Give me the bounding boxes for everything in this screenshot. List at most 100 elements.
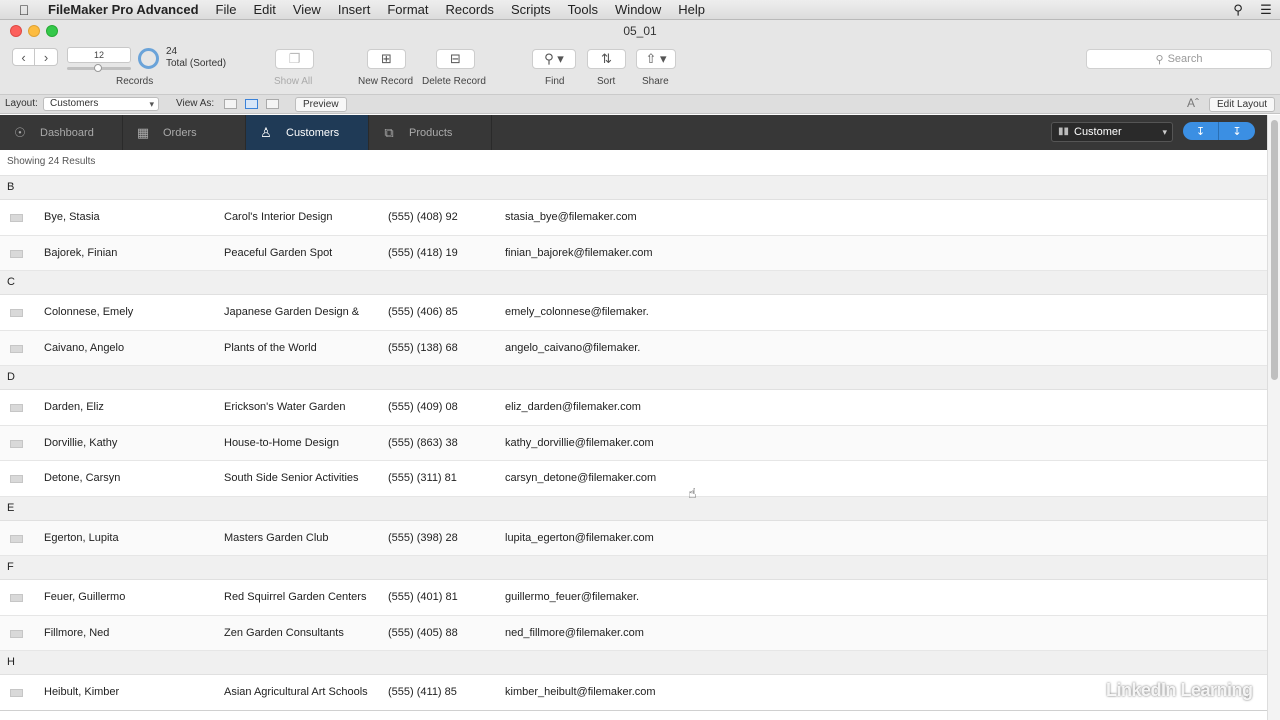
record-icon[interactable] (10, 475, 23, 483)
export-button[interactable]: ↧ (1219, 122, 1255, 140)
record-icon[interactable] (10, 594, 23, 602)
menu-tools[interactable]: Tools (568, 2, 598, 17)
email-address: eliz_darden@filemaker.com (505, 401, 641, 413)
record-icon[interactable] (10, 249, 23, 258)
layout-dropdown[interactable]: Customers ▾ (43, 97, 159, 111)
zoom-window-button[interactable] (46, 25, 58, 37)
share-label: Share (642, 76, 669, 87)
menu-format[interactable]: Format (387, 2, 428, 17)
phone-number: (555) (401) 81 (388, 591, 458, 603)
tab-customers[interactable]: ♙ Customers (246, 115, 369, 150)
menu-scripts[interactable]: Scripts (511, 2, 551, 17)
record-icon[interactable] (10, 534, 23, 543)
phone-number: (555) (418) 19 (388, 246, 458, 259)
tab-products[interactable]: ⧉ Products (369, 115, 492, 150)
phone-number: (555) (411) 85 (388, 686, 457, 698)
record-icon[interactable] (10, 309, 23, 317)
dashboard-icon: ☉ (14, 124, 26, 140)
record-icon[interactable] (10, 344, 23, 353)
grouped-records: B Bye, Stasia Carol's Interior Design (555)… (0, 176, 1267, 711)
table-view-icon[interactable] (266, 99, 279, 109)
view-as-label: View As: (176, 98, 215, 109)
table-row[interactable]: Bajorek, Finian Peaceful Garden Spot (555)… (0, 235, 1267, 271)
tab-orders[interactable]: ▦ Orders (123, 115, 246, 150)
person-icon: ♙ (260, 124, 272, 140)
email-address: emely_colonnese@filemaker. (505, 306, 649, 318)
tab-dashboard[interactable]: ☉ Dashboard (0, 115, 123, 150)
new-record-button[interactable]: ⊞ (367, 49, 406, 69)
table-row[interactable]: Dorvillie, Kathy House-to-Home Design (555… (0, 425, 1267, 461)
group-header: E (0, 496, 1267, 521)
customer-name: Darden, Eliz (44, 401, 104, 413)
record-icon[interactable] (10, 439, 23, 448)
form-view-icon[interactable] (224, 99, 237, 109)
menu-edit[interactable]: Edit (253, 2, 275, 17)
email-address: kimber_heibult@filemaker.com (505, 686, 656, 698)
company-name: Zen Garden Consultants (224, 626, 344, 639)
table-row[interactable]: Egerton, Lupita Masters Garden Club (555) … (0, 520, 1267, 556)
preview-button[interactable]: Preview (295, 97, 347, 112)
table-row[interactable]: Fillmore, Ned Zen Garden Consultants (555)… (0, 615, 1267, 651)
menu-insert[interactable]: Insert (338, 2, 371, 17)
previous-record-button[interactable]: ‹ (12, 48, 35, 66)
phone-number: (555) (409) 08 (388, 401, 458, 413)
record-slider-handle[interactable] (94, 64, 102, 72)
record-icon[interactable] (10, 214, 23, 222)
customer-name: Feuer, Guillermo (44, 591, 126, 603)
apple-icon[interactable]:  (0, 2, 48, 18)
records-label: Records (116, 76, 154, 87)
table-row[interactable]: Detone, Carsyn South Side Senior Activiti… (0, 461, 1267, 497)
table-row[interactable]: Darden, Eliz Erickson's Water Garden (555)… (0, 390, 1267, 426)
spotlight-search-icon[interactable]: ⚲ (1224, 2, 1252, 18)
found-set-pie-icon[interactable] (138, 48, 159, 69)
layout-label: Layout: (5, 98, 38, 109)
menu-file[interactable]: File (216, 2, 237, 17)
format-text-icon[interactable]: Aˆ (1187, 96, 1199, 110)
scrollbar-thumb[interactable] (1271, 120, 1278, 380)
share-button[interactable]: ⇧ ▾ (636, 49, 676, 69)
record-icon[interactable] (10, 404, 23, 412)
show-all-button[interactable]: ❐ (275, 49, 314, 69)
app-name-menu[interactable]: FileMaker Pro Advanced (48, 2, 199, 17)
sort-button[interactable]: ⇅ (587, 49, 626, 69)
close-window-button[interactable] (10, 25, 22, 37)
customer-name: Colonnese, Emely (44, 306, 134, 318)
table-row[interactable]: Caivano, Angelo Plants of the World (555) … (0, 330, 1267, 366)
table-row[interactable]: Colonnese, Emely Japanese Garden Design &… (0, 295, 1267, 331)
new-record-label: New Record (358, 76, 414, 87)
table-row[interactable]: Heibult, Kimber Asian Agricultural Art Sc… (0, 675, 1267, 711)
minimize-window-button[interactable] (28, 25, 40, 37)
import-button[interactable]: ↧ (1183, 122, 1219, 140)
next-record-button[interactable]: › (35, 48, 58, 66)
found-count: 24 Total (Sorted) (166, 46, 226, 70)
find-button[interactable]: ⚲ ▾ (532, 49, 576, 69)
table-row[interactable]: Bye, Stasia Carol's Interior Design (555) … (0, 200, 1267, 236)
menu-records[interactable]: Records (446, 2, 494, 17)
phone-number: (555) (863) 38 (388, 436, 458, 449)
menu-window[interactable]: Window (615, 2, 661, 17)
vertical-scrollbar[interactable] (1267, 115, 1280, 720)
company-name: Red Squirrel Garden Centers (224, 591, 367, 603)
email-address: guillermo_feuer@filemaker. (505, 591, 640, 603)
edit-layout-button[interactable]: Edit Layout (1209, 97, 1276, 112)
company-name: House-to-Home Design (224, 436, 339, 449)
list-view-icon[interactable] (245, 99, 258, 109)
notification-list-icon[interactable]: ☰ (1252, 2, 1280, 18)
customer-name: Bajorek, Finian (44, 246, 118, 259)
menu-view[interactable]: View (293, 2, 321, 17)
company-name: Peaceful Garden Spot (224, 246, 333, 259)
customer-name: Fillmore, Ned (44, 626, 110, 639)
record-icon[interactable] (10, 689, 23, 697)
menu-help[interactable]: Help (678, 2, 705, 17)
delete-record-button[interactable]: ⊟ (436, 49, 475, 69)
record-icon[interactable] (10, 629, 23, 638)
group-header: C (0, 271, 1267, 295)
find-label: Find (545, 76, 565, 87)
show-all-icon: ❐ (288, 51, 301, 66)
minus-icon: ⊟ (450, 51, 461, 66)
current-record-field[interactable]: 12 (67, 47, 131, 63)
report-dropdown[interactable]: ▮▮ Customer ▾ (1051, 122, 1173, 142)
quick-find-search-input[interactable]: ⚲ Search (1086, 49, 1272, 69)
email-address: ned_fillmore@filemaker.com (505, 626, 644, 639)
table-row[interactable]: Feuer, Guillermo Red Squirrel Garden Cent… (0, 580, 1267, 616)
